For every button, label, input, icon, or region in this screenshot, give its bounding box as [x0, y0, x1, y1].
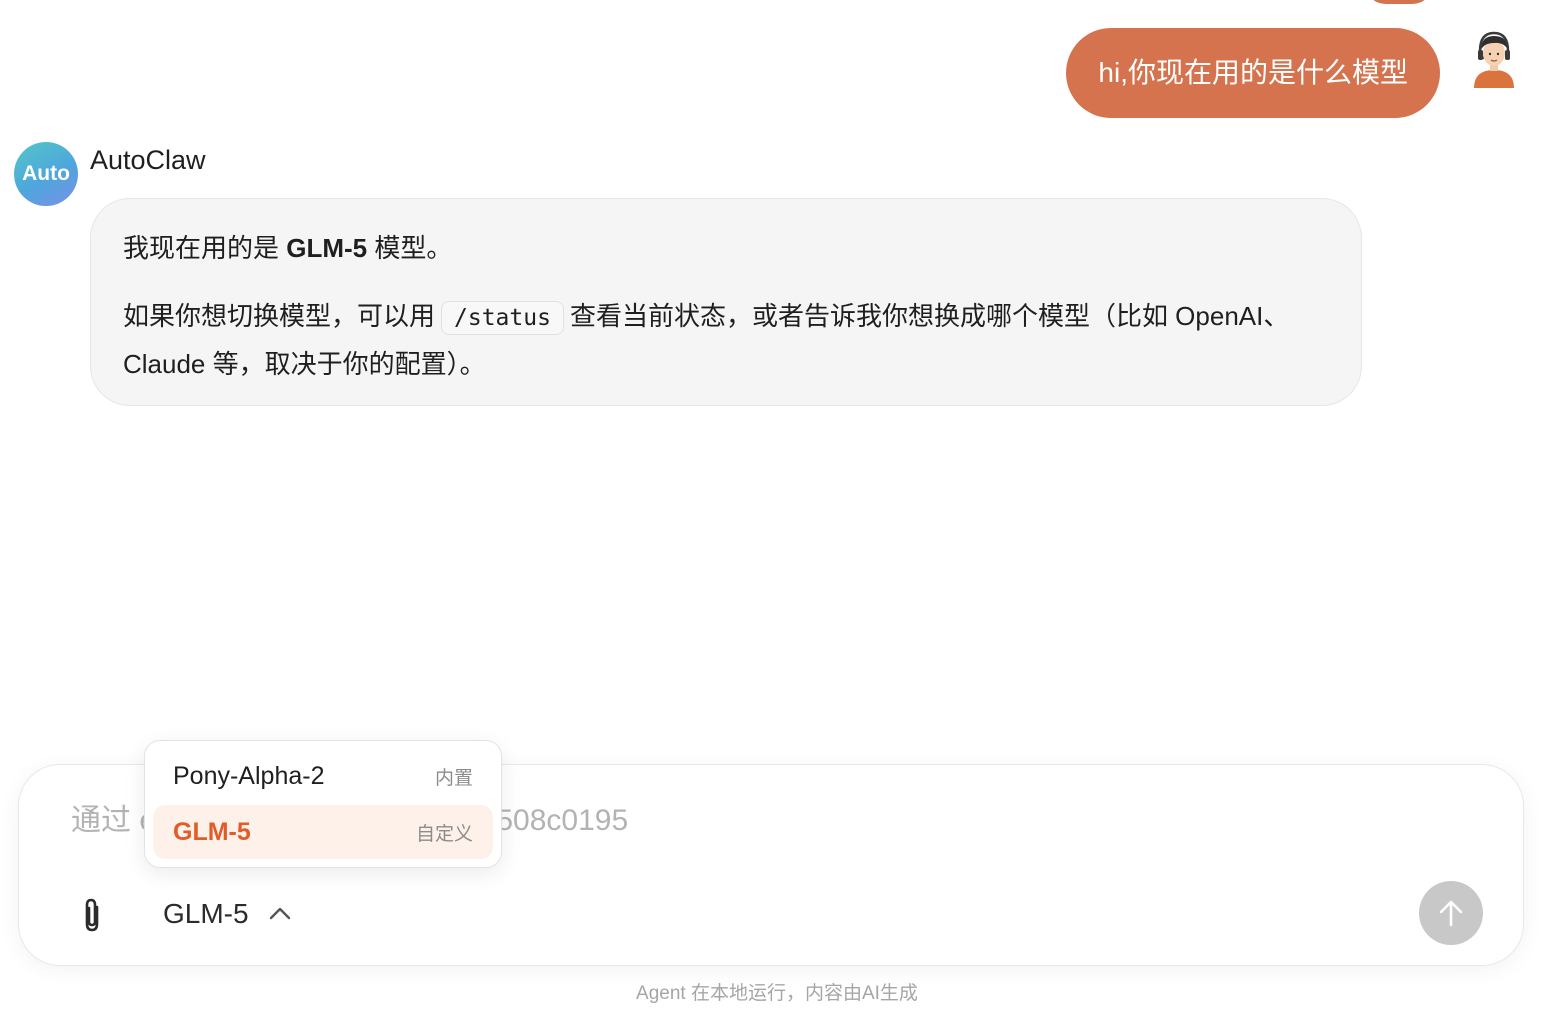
inline-code-status: /status — [441, 301, 564, 335]
message-text: 我现在用的是 — [123, 233, 287, 263]
model-option-glm-5[interactable]: GLM-5 自定义 — [153, 805, 493, 859]
send-button[interactable] — [1419, 881, 1483, 945]
model-selector-label: GLM-5 — [163, 898, 249, 929]
assistant-avatar: Auto — [14, 142, 78, 206]
user-message-bubble: hi,你现在用的是什么模型 — [1066, 28, 1440, 118]
model-dropdown-menu: Pony-Alpha-2 内置 GLM-5 自定义 — [144, 740, 502, 868]
assistant-message-paragraph-1: 我现在用的是 GLM-5 模型。 — [123, 225, 1329, 271]
user-avatar-icon[interactable] — [1464, 28, 1524, 88]
model-option-tag: 自定义 — [415, 823, 473, 845]
arrow-up-icon — [1439, 900, 1463, 927]
model-option-tag: 内置 — [434, 767, 473, 789]
assistant-avatar-label: Auto — [22, 162, 70, 185]
model-selector-button[interactable]: GLM-5 — [163, 893, 293, 935]
model-option-name: GLM-5 — [173, 817, 251, 846]
footer-disclaimer: Agent 在本地运行，内容由AI生成 — [636, 983, 918, 1004]
message-text: 模型。 — [367, 233, 453, 263]
model-option-pony-alpha-2[interactable]: Pony-Alpha-2 内置 — [153, 749, 493, 803]
assistant-message-paragraph-2: 如果你想切换模型，可以用/status 查看当前状态，或者告诉我你想换成哪个模型（… — [123, 293, 1329, 387]
previous-message-bubble-edge — [1364, 0, 1434, 4]
assistant-name: AutoClaw — [90, 145, 206, 175]
model-name-bold: GLM-5 — [286, 233, 368, 263]
assistant-message-bubble: 我现在用的是 GLM-5 模型。 如果你想切换模型，可以用/status 查看当前… — [90, 198, 1362, 406]
chevron-up-icon — [269, 907, 290, 920]
model-option-name: Pony-Alpha-2 — [173, 761, 325, 790]
user-message-row: hi,你现在用的是什么模型 — [1066, 28, 1524, 118]
paperclip-icon[interactable] — [75, 895, 109, 935]
message-text: 如果你想切换模型，可以用 — [123, 301, 436, 331]
